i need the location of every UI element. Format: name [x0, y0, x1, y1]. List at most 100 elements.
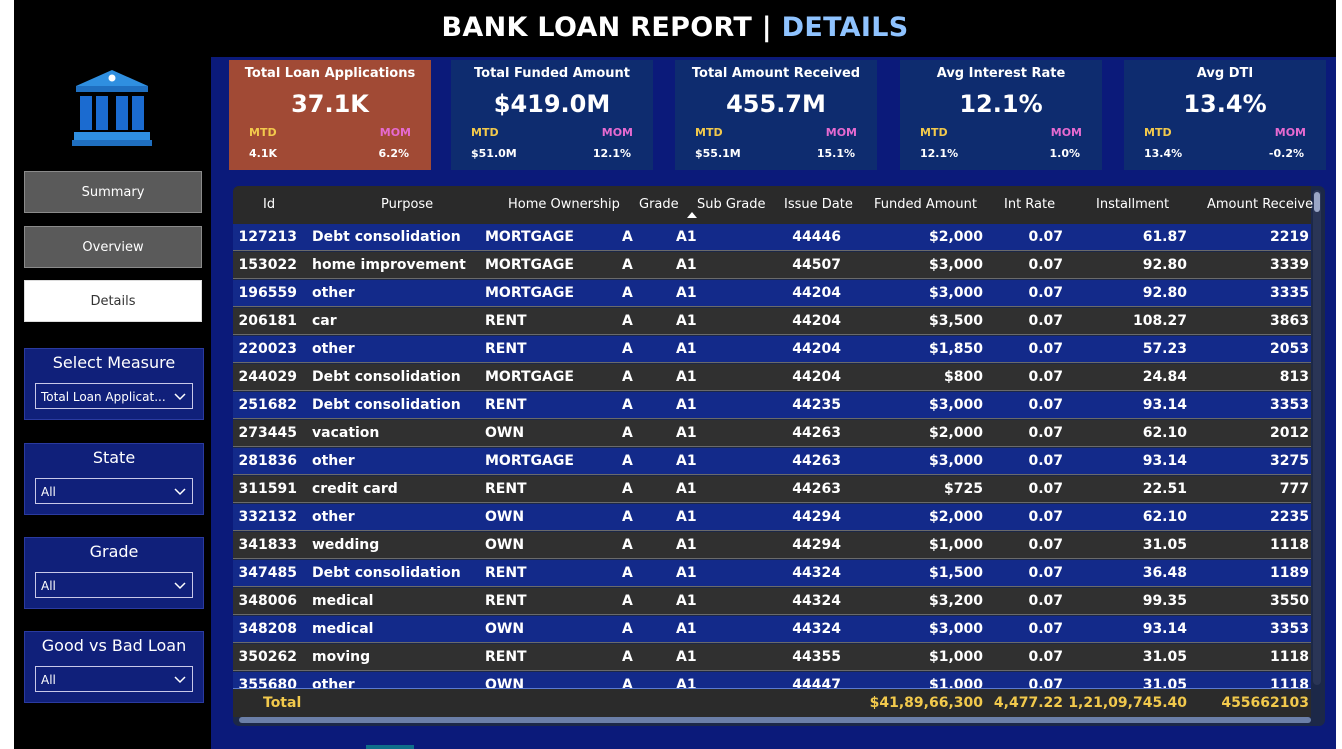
cell-grade: A — [622, 509, 633, 525]
cell-installment: 57.23 — [1142, 341, 1187, 357]
cell-amount-received: 2012 — [1270, 425, 1309, 441]
table-row[interactable]: 348006 medical RENT A A1 44324 $3,200 0.07 99.35… — [233, 588, 1311, 615]
cell-funded-amount: $1,000 — [928, 537, 983, 553]
cell-int-rate: 0.07 — [1028, 593, 1063, 609]
vertical-scrollbar[interactable] — [1313, 190, 1321, 685]
col-header-purpose[interactable]: Purpose — [381, 197, 433, 212]
cell-id: 347485 — [238, 565, 297, 581]
kpi-mom-label: MOM — [1050, 126, 1082, 139]
kpi-card-avg-interest-rate: Avg Interest Rate 12.1% MTD MOM 12.1% 1.… — [900, 60, 1102, 170]
table-row[interactable]: 206181 car RENT A A1 44204 $3,500 0.07 108.27 386… — [233, 308, 1311, 335]
bank-building-icon — [72, 70, 152, 146]
table-header: Id Purpose Home Ownership Grade Sub Grad… — [233, 186, 1321, 224]
cell-grade: A — [622, 593, 633, 609]
kpi-mtd-label: MTD — [471, 126, 499, 139]
report-canvas: BANK LOAN REPORT | DETAILS Summary Overv… — [14, 0, 1336, 749]
total-int-rate: 4,477.22 — [993, 695, 1063, 711]
table-row[interactable]: 348208 medical OWN A A1 44324 $3,000 0.07 93.14 3… — [233, 616, 1311, 643]
grade-dropdown[interactable]: All — [35, 572, 193, 598]
cell-issue-date: 44355 — [792, 649, 841, 665]
cell-installment: 62.10 — [1142, 425, 1187, 441]
state-dropdown[interactable]: All — [35, 478, 193, 504]
col-header-funded-amount[interactable]: Funded Amount — [874, 197, 977, 212]
kpi-mom-label: MOM — [601, 126, 633, 139]
cell-grade: A — [622, 425, 633, 441]
cell-int-rate: 0.07 — [1028, 621, 1063, 637]
cell-id: 348006 — [238, 593, 297, 609]
cell-id: 153022 — [238, 257, 297, 273]
table-row[interactable]: 341833 wedding OWN A A1 44294 $1,000 0.07 31.05 1… — [233, 532, 1311, 559]
cell-int-rate: 0.07 — [1028, 341, 1063, 357]
nav-summary-button[interactable]: Summary — [24, 171, 202, 213]
cell-issue-date: 44235 — [792, 397, 841, 413]
cell-funded-amount: $3,200 — [928, 593, 983, 609]
cell-funded-amount: $3,000 — [928, 453, 983, 469]
table-row[interactable]: 281836 other MORTGAGE A A1 44263 $3,000 0.07 93.… — [233, 448, 1311, 475]
kpi-title: Total Loan Applications — [244, 66, 416, 81]
cell-grade: A — [622, 341, 633, 357]
cell-int-rate: 0.07 — [1028, 285, 1063, 301]
table-row[interactable]: 127213 Debt consolidation MORTGAGE A A1 44446… — [233, 224, 1311, 251]
kpi-value: 37.1K — [291, 90, 369, 118]
total-label: Total — [263, 695, 302, 711]
table-row[interactable]: 220023 other RENT A A1 44204 $1,850 0.07 57.23 20… — [233, 336, 1311, 363]
cell-grade: A — [622, 285, 633, 301]
col-header-installment[interactable]: Installment — [1096, 197, 1169, 212]
table-row[interactable]: 273445 vacation OWN A A1 44263 $2,000 0.07 62.10… — [233, 420, 1311, 447]
col-header-issue-date[interactable]: Issue Date — [784, 197, 853, 212]
table-row[interactable]: 251682 Debt consolidation RENT A A1 44235 $3,0… — [233, 392, 1311, 419]
kpi-title: Total Funded Amount — [474, 66, 630, 81]
cell-installment: 24.84 — [1142, 369, 1187, 385]
select-measure-dropdown[interactable]: Total Loan Applicat... — [35, 383, 193, 409]
cell-issue-date: 44263 — [792, 453, 841, 469]
cell-int-rate: 0.07 — [1028, 229, 1063, 245]
table-row[interactable]: 244029 Debt consolidation MORTGAGE A A1 44204… — [233, 364, 1311, 391]
table-row[interactable]: 196559 other MORTGAGE A A1 44204 $3,000 0.07 92.… — [233, 280, 1311, 307]
cell-grade: A — [622, 677, 633, 688]
cell-home-ownership: MORTGAGE — [485, 229, 574, 245]
cell-int-rate: 0.07 — [1028, 649, 1063, 665]
nav-details-button[interactable]: Details — [24, 280, 202, 322]
cell-int-rate: 0.07 — [1028, 397, 1063, 413]
vertical-scrollbar-thumb[interactable] — [1314, 192, 1320, 212]
cell-purpose: other — [312, 509, 355, 525]
cell-grade: A — [622, 453, 633, 469]
table-row[interactable]: 332132 other OWN A A1 44294 $2,000 0.07 62.10 223… — [233, 504, 1311, 531]
table-row[interactable]: 355680 other OWN A A1 44447 $1,000 0.07 31.05 111… — [233, 672, 1311, 688]
cell-amount-received: 3550 — [1270, 593, 1309, 609]
table-row[interactable]: 350262 moving RENT A A1 44355 $1,000 0.07 31.05 1… — [233, 644, 1311, 671]
table-total-row: Total $41,89,66,300 4,477.22 1,21,09,745… — [233, 688, 1311, 717]
kpi-mom-label: MOM — [379, 126, 411, 139]
kpi-mom-value: 6.2% — [378, 147, 409, 160]
cell-id: 206181 — [238, 313, 297, 329]
cell-id: 244029 — [238, 369, 297, 385]
cell-installment: 92.80 — [1142, 285, 1187, 301]
cell-id: 196559 — [238, 285, 297, 301]
cell-home-ownership: RENT — [485, 565, 527, 581]
col-header-amount-received[interactable]: Amount Received — [1207, 197, 1321, 212]
table-row[interactable]: 347485 Debt consolidation RENT A A1 44324 $1,5… — [233, 560, 1311, 587]
cell-amount-received: 2053 — [1270, 341, 1309, 357]
cell-issue-date: 44446 — [792, 229, 841, 245]
col-header-grade[interactable]: Grade — [639, 197, 679, 212]
cell-id: 341833 — [238, 537, 297, 553]
cell-amount-received: 1118 — [1270, 649, 1309, 665]
table-row[interactable]: 153022 home improvement MORTGAGE A A1 44507 $3… — [233, 252, 1311, 279]
cell-installment: 31.05 — [1142, 649, 1187, 665]
state-slicer: State All — [24, 443, 204, 515]
good-vs-bad-loan-dropdown[interactable]: All — [35, 666, 193, 692]
cell-purpose: medical — [312, 593, 374, 609]
cell-funded-amount: $1,500 — [928, 565, 983, 581]
table-row[interactable]: 311591 credit card RENT A A1 44263 $725 0.07 22.… — [233, 476, 1311, 503]
cell-issue-date: 44507 — [792, 257, 841, 273]
cell-funded-amount: $1,000 — [928, 649, 983, 665]
total-installment: 1,21,09,745.40 — [1068, 695, 1187, 711]
nav-overview-button[interactable]: Overview — [24, 226, 202, 268]
kpi-value: 13.4% — [1183, 90, 1267, 118]
cell-int-rate: 0.07 — [1028, 537, 1063, 553]
col-header-home-ownership[interactable]: Home Ownership — [508, 197, 620, 212]
col-header-int-rate[interactable]: Int Rate — [1004, 197, 1055, 212]
col-header-id[interactable]: Id — [263, 197, 275, 212]
horizontal-scrollbar[interactable] — [239, 717, 1311, 723]
col-header-sub-grade[interactable]: Sub Grade — [697, 197, 766, 212]
